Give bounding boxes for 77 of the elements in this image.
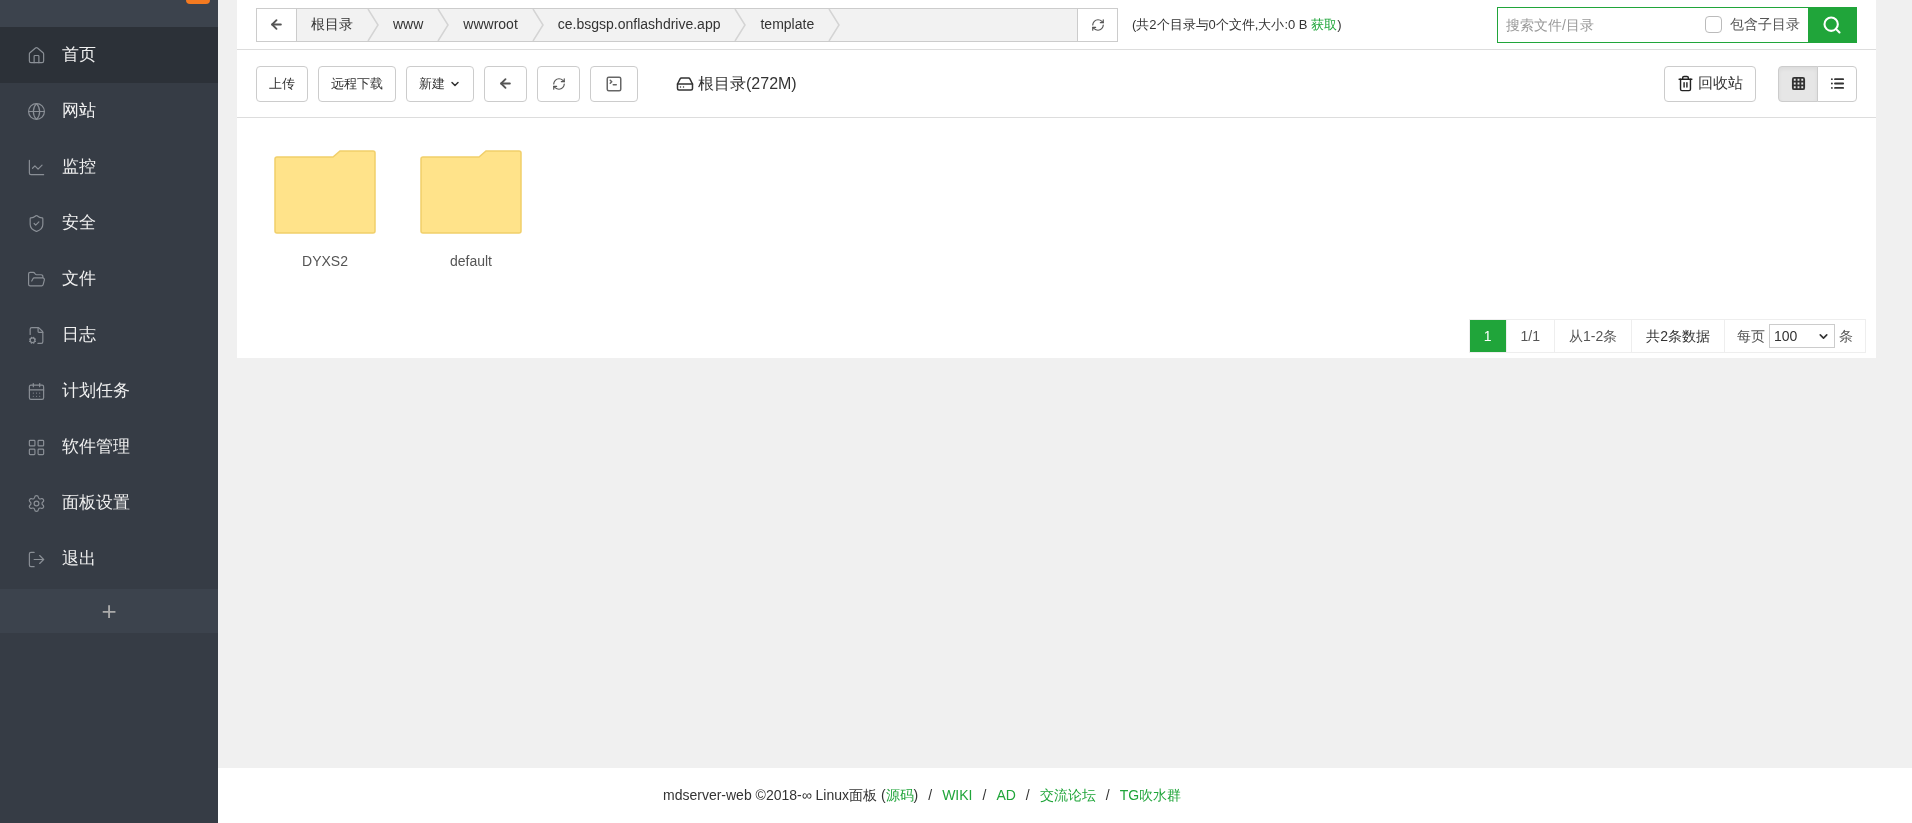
breadcrumb-item[interactable]: wwwroot bbox=[449, 14, 532, 35]
footer-separator: / bbox=[1105, 786, 1110, 805]
sidebar-item-label: 计划任务 bbox=[62, 380, 130, 403]
folder-name[interactable]: DYXS2 bbox=[302, 251, 348, 272]
add-button[interactable]: + bbox=[101, 598, 117, 624]
page-range: 从1-2条 bbox=[1553, 319, 1633, 353]
sidebar-item-icon bbox=[27, 325, 46, 345]
back-button[interactable] bbox=[484, 65, 527, 102]
refresh-icon bbox=[1090, 17, 1105, 32]
refresh-button[interactable] bbox=[537, 65, 580, 102]
sidebar-item[interactable]: 文件 bbox=[0, 251, 218, 307]
grid-icon bbox=[1790, 76, 1806, 91]
search-input[interactable]: 搜索文件/目录 bbox=[1498, 7, 1705, 42]
sidebar-item[interactable]: 安全 bbox=[0, 195, 218, 251]
terminal-button[interactable] bbox=[590, 65, 638, 102]
search-field[interactable]: 搜索文件/目录 包含子目录 bbox=[1497, 6, 1857, 43]
footer-separator: / bbox=[982, 786, 987, 805]
sidebar-item-label: 面板设置 bbox=[62, 492, 130, 515]
footer-text: ) bbox=[913, 786, 919, 805]
folder-icon bbox=[274, 150, 376, 234]
sidebar-item-icon bbox=[27, 157, 46, 177]
sidebar-item-label: 文件 bbox=[62, 268, 96, 291]
sidebar-item-icon bbox=[27, 269, 46, 289]
list-view-button[interactable] bbox=[1817, 65, 1857, 102]
disk-label: 根目录(272M) bbox=[698, 73, 797, 94]
grid-view-button[interactable] bbox=[1778, 65, 1818, 102]
folder-icon bbox=[420, 150, 522, 234]
page-count: 1/1 bbox=[1505, 319, 1555, 353]
recycle-bin-button[interactable]: 回收站 bbox=[1664, 65, 1756, 102]
folder-name[interactable]: default bbox=[449, 251, 492, 272]
toolbar-button[interactable]: 上传 bbox=[256, 65, 308, 102]
subdir-checkbox-label: 包含子目录 bbox=[1730, 15, 1800, 34]
breadcrumb-item[interactable]: template bbox=[746, 14, 829, 35]
sidebar-item-label: 首页 bbox=[62, 44, 96, 67]
sidebar-item-icon bbox=[27, 381, 46, 401]
subdir-checkbox[interactable] bbox=[1705, 16, 1722, 33]
toolbar-button[interactable]: 新建 bbox=[406, 65, 474, 102]
trash-icon bbox=[1677, 75, 1694, 92]
terminal-icon bbox=[605, 74, 623, 93]
breadcrumb-item[interactable]: 根目录 bbox=[297, 14, 367, 35]
sidebar-item-label: 软件管理 bbox=[62, 436, 130, 459]
sidebar-item[interactable]: 首页 bbox=[0, 27, 218, 83]
sidebar-item[interactable]: 监控 bbox=[0, 139, 218, 195]
sidebar-item-icon bbox=[27, 213, 46, 233]
sidebar-item[interactable]: 面板设置 bbox=[0, 475, 218, 531]
sidebar-item-label: 日志 bbox=[62, 324, 96, 347]
list-icon bbox=[1829, 76, 1845, 91]
breadcrumb-item[interactable]: www bbox=[379, 14, 438, 35]
sidebar-item-icon bbox=[27, 493, 46, 513]
breadcrumb-item[interactable]: ce.bsgsp.onflashdrive.app bbox=[543, 14, 735, 35]
refresh-button[interactable] bbox=[1077, 8, 1117, 41]
sidebar-item[interactable]: 网站 bbox=[0, 83, 218, 139]
search-button[interactable] bbox=[1808, 7, 1856, 42]
sidebar-item[interactable]: 日志 bbox=[0, 307, 218, 363]
footer-separator: / bbox=[1025, 786, 1030, 805]
sidebar-item[interactable]: 计划任务 bbox=[0, 363, 218, 419]
back-button[interactable] bbox=[257, 8, 297, 41]
footer-text: mdserver-web ©2018-∞ Linux面板 ( bbox=[663, 786, 886, 805]
sidebar-item-icon bbox=[27, 437, 46, 457]
sidebar-item-label: 监控 bbox=[62, 156, 96, 179]
per-page-unit: 条 bbox=[1839, 326, 1853, 346]
per-page-select[interactable]: 100 bbox=[1769, 324, 1835, 348]
total-count: 共2条数据 bbox=[1631, 319, 1725, 353]
sidebar-item-label: 退出 bbox=[62, 548, 96, 571]
footer-separator: / bbox=[928, 786, 933, 805]
sidebar-item-label: 安全 bbox=[62, 212, 96, 235]
directory-summary: (共2个目录与0个文件,大小:0 B 获取) bbox=[1132, 15, 1342, 34]
sidebar-item-icon bbox=[27, 549, 46, 569]
sidebar-item[interactable]: 退出 bbox=[0, 531, 218, 587]
sidebar-item-icon bbox=[27, 45, 46, 65]
per-page-label: 每页 bbox=[1737, 326, 1765, 346]
sidebar-item-icon bbox=[27, 101, 46, 121]
sidebar-item-label: 网站 bbox=[62, 100, 96, 123]
refresh-icon bbox=[551, 76, 566, 91]
toolbar-button[interactable]: 远程下载 bbox=[318, 65, 396, 102]
sidebar-item[interactable]: 软件管理 bbox=[0, 419, 218, 475]
search-icon bbox=[1822, 14, 1842, 35]
